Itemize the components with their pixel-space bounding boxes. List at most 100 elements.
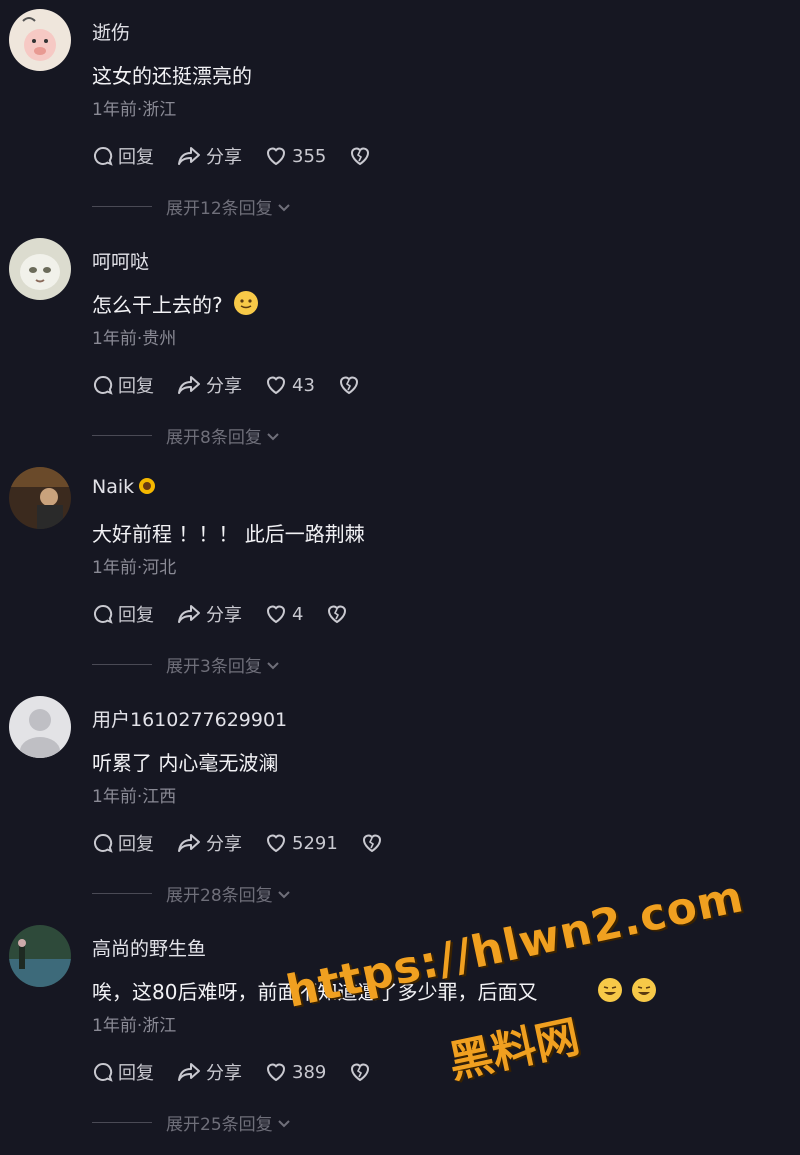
divider [92,1122,152,1123]
avatar[interactable] [9,467,71,529]
expand-label: 展开12条回复 [166,199,273,219]
avatar[interactable] [9,925,71,987]
avatar[interactable] [9,696,71,758]
share-icon [178,1063,200,1081]
chevron-down-icon [277,203,290,211]
comment-text: 大好前程 ！！！ 此后一路荆棘 [92,522,365,546]
reply-button[interactable]: 回复 [92,143,154,169]
heart-icon [266,376,286,395]
heart-icon [266,1063,286,1082]
reply-icon [94,375,113,395]
share-icon [178,376,200,394]
heart-icon [266,147,286,166]
like-button[interactable]: 43 [264,374,315,396]
avatar[interactable] [9,238,71,300]
chevron-down-icon [267,661,279,669]
username[interactable]: 逝伤 [92,18,130,45]
share-label: 分享 [206,834,242,855]
chevron-down-icon [277,890,290,898]
reply-icon [94,1062,113,1082]
share-label: 分享 [206,605,242,626]
broken-heart-icon [351,147,370,166]
reply-button[interactable]: 回复 [92,601,154,627]
like-count: 389 [292,1061,327,1083]
expand-label: 展开25条回复 [166,1115,273,1135]
share-button[interactable]: 分享 [176,1059,242,1085]
reply-button[interactable]: 回复 [92,1059,154,1085]
share-icon [178,147,200,165]
dislike-button[interactable] [360,832,388,854]
like-button[interactable]: 355 [264,145,326,167]
expand-replies[interactable]: 展开25条回复 [92,1110,292,1135]
expand-label: 展开8条回复 [166,428,262,448]
comment-meta: 1年前·河北 [92,558,177,578]
comment-item: 高尚的野生鱼 唉，这80后难呀，前面不知道遭了多少罪，后面又 1年前·浙江 回复… [0,916,800,1145]
broken-heart-icon [351,1063,370,1082]
dislike-button[interactable] [325,603,353,625]
divider [92,893,152,894]
comment-text: 唉，这80后难呀，前面不知道遭了多少罪，后面又 [92,976,657,1005]
comment-text-content: 怎么干上去的? [92,293,223,317]
heart-icon [266,834,286,853]
like-count: 355 [292,145,327,167]
avatar[interactable] [9,9,71,71]
reply-icon [94,833,113,853]
reply-button[interactable]: 回复 [92,372,154,398]
like-count: 4 [292,603,304,625]
username[interactable]: 呵呵哒 [92,247,149,274]
expand-label: 展开28条回复 [166,886,273,906]
username[interactable]: Naik [92,476,157,498]
comment-meta: 1年前·浙江 [92,100,177,120]
share-icon [178,605,200,623]
like-button[interactable]: 5291 [264,832,338,854]
comment-text: 这女的还挺漂亮的 [92,64,252,88]
expand-replies[interactable]: 展开28条回复 [92,881,292,906]
share-button[interactable]: 分享 [176,372,242,398]
dislike-button[interactable] [348,145,376,167]
divider [92,435,152,436]
share-label: 分享 [206,376,242,397]
reply-icon [94,604,113,624]
username[interactable]: 高尚的野生鱼 [92,934,206,961]
like-button[interactable]: 4 [264,603,303,625]
expand-replies[interactable]: 展开3条回复 [92,652,281,677]
share-label: 分享 [206,1063,242,1084]
expand-replies[interactable]: 展开12条回复 [92,194,292,219]
comment-meta: 1年前·浙江 [92,1016,177,1036]
share-button[interactable]: 分享 [176,601,242,627]
dislike-button[interactable] [348,1061,376,1083]
username-text: Naik [92,476,135,498]
comment-meta: 1年前·江西 [92,787,177,807]
comment-actions: 回复 分享 389 [92,1059,398,1085]
comment-actions: 回复 分享 355 [92,143,398,169]
reply-label: 回复 [118,1063,154,1084]
like-button[interactable]: 389 [264,1061,326,1083]
expand-replies[interactable]: 展开8条回复 [92,423,281,448]
comment-actions: 回复 分享 4 [92,601,375,627]
share-label: 分享 [206,147,242,168]
comment-text-content: 唉，这80后难呀，前面不知道遭了多少罪，后面又 [92,980,538,1004]
comment-item: 逝伤 这女的还挺漂亮的 1年前·浙江 回复 分享 355 展开12条回复 [0,0,800,229]
share-button[interactable]: 分享 [176,143,242,169]
dislike-button[interactable] [337,374,365,396]
username[interactable]: 用户1610277629901 [92,705,287,732]
like-count: 43 [292,374,315,396]
share-button[interactable]: 分享 [176,830,242,856]
divider [92,664,152,665]
comment-item: Naik 大好前程 ！！！ 此后一路荆棘 1年前·河北 回复 分享 4 展开3条… [0,458,800,687]
reply-label: 回复 [118,147,154,168]
share-icon [178,834,200,852]
reply-label: 回复 [118,834,154,855]
sunflower-emoji-icon [139,478,156,494]
comment-actions: 回复 分享 43 [92,372,387,398]
broken-heart-icon [339,376,358,395]
comment-item: 呵呵哒 怎么干上去的? 1年前·贵州 回复 分享 43 展开8条回复 [0,229,800,458]
reply-button[interactable]: 回复 [92,830,154,856]
comment-actions: 回复 分享 5291 [92,830,410,856]
expand-label: 展开3条回复 [166,657,262,677]
divider [92,206,152,207]
chevron-down-icon [277,1119,290,1127]
broken-heart-icon [362,834,381,853]
rofl-emoji-icon [632,978,657,1002]
reply-label: 回复 [118,376,154,397]
